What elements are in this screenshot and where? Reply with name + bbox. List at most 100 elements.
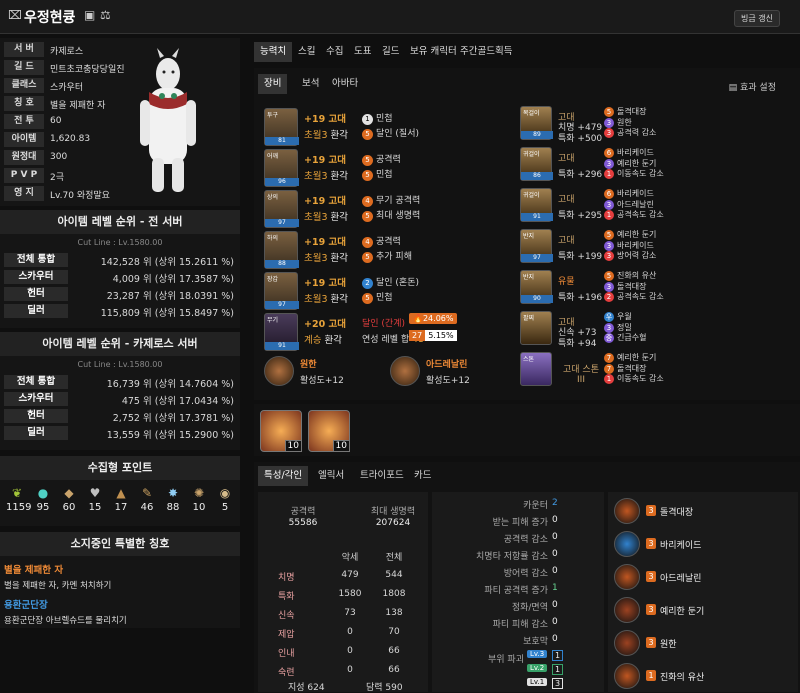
stat-accessory: 0 — [347, 665, 353, 675]
equipment-row[interactable]: 어깨 96 +19 고대 초월3 환각 5 공격력 5 민첩 — [264, 149, 504, 189]
weapon-icon[interactable]: 무기 91 — [264, 313, 299, 351]
collect-count: 5 — [221, 502, 229, 513]
engraving-level: 1 — [646, 670, 656, 681]
equipment-icon[interactable]: 하의 88 — [264, 231, 299, 269]
equipment-icon[interactable]: 장갑 97 — [264, 272, 299, 310]
engraving-row[interactable]: 3 아드레날린 — [614, 564, 784, 596]
tab-3[interactable]: 도표 — [348, 42, 377, 62]
profile-label: 서 버 — [4, 42, 44, 57]
effect-name: 공격력 감소 — [617, 128, 657, 137]
tab-6[interactable]: 주간골드획득 — [454, 42, 518, 62]
refresh-button[interactable]: 빙금 갱신 — [734, 10, 780, 27]
weapon-effect: 달인 (간계) — [362, 319, 406, 329]
equipment-icon[interactable]: 투구 81 — [264, 108, 299, 146]
accessory-icon[interactable]: 반지 90 — [520, 270, 553, 304]
effect-name: 이동속도 감소 — [617, 169, 664, 178]
collect-item[interactable]: ✸ 88 — [162, 486, 184, 513]
subtab-2[interactable]: 아바타 — [326, 74, 364, 94]
effect-level: 3 — [604, 128, 614, 138]
slot-label: 목걸이 — [523, 110, 540, 117]
engraving-row[interactable]: 3 돌격대장 — [614, 498, 784, 530]
ability-stone[interactable]: 아드레날린 활성도+12 — [390, 354, 510, 392]
equipment-row[interactable]: 상의 97 +19 고대 초월3 환각 4 무기 공격력 5 최대 생명력 — [264, 190, 504, 230]
rank-value: 115,809 위 (상위 15.8497 %) — [100, 308, 234, 319]
accessory-row[interactable]: 스톤 고대 스톤 III 7 예리한 둔기 7 돌격대장 1 이동속도 감소 — [520, 352, 800, 392]
collect-item[interactable]: ◆ 60 — [58, 486, 80, 513]
scale-icon[interactable]: ⚖ — [100, 8, 111, 22]
equipment-row[interactable]: 하의 88 +19 고대 초월3 환각 4 공격력 5 추가 피해 — [264, 231, 504, 271]
rank-value: 4,009 위 (상위 17.3587 %) — [112, 274, 234, 285]
accessory-icon[interactable]: 반지 97 — [520, 229, 553, 263]
accessory-row[interactable]: 반지 90 유물 특화 +196 5 진화의 유산 3 돌격대장 2 공격속도 감소 — [520, 270, 800, 310]
engraving-row[interactable]: 1 진화의 유산 — [614, 663, 784, 693]
collect-count: 15 — [88, 502, 102, 513]
effect-setting-button[interactable]: ▤ 효과 설정 — [729, 80, 776, 93]
bottom-tab-1[interactable]: 엘릭서 — [312, 466, 350, 486]
gem-icon[interactable]: 10 — [308, 410, 350, 452]
collect-count: 10 — [192, 502, 206, 513]
tab-2[interactable]: 수집 — [320, 42, 349, 62]
accessory-row[interactable]: 귀걸이 86 고대 특화 +296 6 바리케이드 3 예리한 둔기 1 이동속도 감소 — [520, 147, 800, 187]
slot-label: 귀걸이 — [523, 151, 540, 158]
setting-icon: ▤ — [728, 83, 741, 93]
effect-line: 3 공격력 감소 — [604, 128, 656, 139]
collect-item[interactable]: ♥ 15 — [84, 486, 106, 513]
accessory-stat: 특화 +500 — [558, 134, 603, 144]
accessory-icon[interactable]: 목걸이 89 — [520, 106, 553, 140]
tab-1[interactable]: 스킬 — [292, 42, 321, 62]
collect-item[interactable]: ● 95 — [32, 486, 54, 513]
bottom-tab-3[interactable]: 카드 — [408, 466, 437, 486]
extra-value: 0 — [552, 515, 558, 525]
effect-level: 3 — [604, 240, 614, 251]
extra-label: 파티 피해 감소 — [492, 620, 548, 630]
top-header: ⌧ 우정현큥 ▣ ⚖ 빙금 갱신 — [0, 0, 800, 34]
accessory-icon[interactable]: 귀걸이 86 — [520, 147, 553, 181]
engraving-row[interactable]: 3 원한 — [614, 630, 784, 662]
accessory-row[interactable]: 귀걸이 91 고대 특화 +295 6 바리케이드 3 아드레날린 1 공격속도 감소 — [520, 188, 800, 228]
collect-item[interactable]: ◉ 5 — [214, 486, 236, 513]
profile-value: 스카우터 — [50, 83, 84, 93]
profile-row: 영 지 Lv.70 와정말요 — [4, 186, 234, 203]
bookmark-icon[interactable]: ⌧ — [8, 8, 22, 22]
stat-accessory: 479 — [341, 570, 359, 580]
accessory-row[interactable]: 목걸이 89 고대 치명 +479 특화 +500 5 돌격대장 3 원한 3 공격력 감소 — [520, 106, 800, 146]
subtab-0[interactable]: 장비 — [258, 74, 288, 94]
equipment-row[interactable]: 장갑 97 +19 고대 초월3 환각 2 달인 (혼돈) 5 민첩 — [264, 272, 504, 312]
effect-name: 원한 — [617, 117, 632, 127]
effect-level: 중 — [604, 333, 614, 343]
equipment-icon[interactable]: 상의 97 — [264, 190, 299, 228]
collect-item[interactable]: ✺ 10 — [188, 486, 210, 513]
subtab-1[interactable]: 보석 — [296, 74, 325, 94]
collect-item[interactable]: ▲ 17 — [110, 486, 132, 513]
tab-0[interactable]: 능력치 — [254, 42, 293, 62]
accessory-icon[interactable]: 스톤 — [520, 352, 552, 386]
elixir-name: 민첩 — [376, 170, 393, 180]
engraving-row[interactable]: 3 바리케이드 — [614, 531, 784, 563]
weapon-row[interactable]: 무기91+20 고대계승 환각달인 (간계)연성 레벨 합41🔥24.06%27… — [264, 313, 504, 353]
rank-label: 전체 통합 — [4, 253, 68, 267]
collect-item[interactable]: ❦ 1159 — [6, 486, 31, 513]
collect-item[interactable]: ✎ 46 — [136, 486, 158, 513]
bottom-tab-0[interactable]: 특성/각인 — [258, 466, 309, 486]
engraving-level: 3 — [646, 637, 656, 648]
slot-label: 스톤 — [523, 356, 535, 363]
bottom-tab-2[interactable]: 트라이포드 — [354, 466, 410, 486]
slot-label: 어깨 — [267, 153, 279, 160]
stat-name: 숙련 — [278, 668, 295, 678]
collect-count: 46 — [140, 502, 154, 513]
accessory-icon[interactable]: 팔찌 — [520, 311, 552, 345]
engraving-row[interactable]: 3 예리한 둔기 — [614, 597, 784, 629]
stat-total: 66 — [388, 665, 400, 675]
equipment-icon[interactable]: 어깨 96 — [264, 149, 299, 187]
ability-stone[interactable]: 원한 활성도+12 — [264, 354, 384, 392]
equipment-panel: 장비 보석 아바타 ▤ 효과 설정 투구 81 +19 고대 초월3 환각 1 민첩 5 달인 (… — [254, 68, 800, 400]
gem-icon[interactable]: 10 — [260, 410, 302, 452]
accessory-row[interactable]: 반지 97 고대 특화 +199 5 예리한 둔기 3 바리케이드 3 방어력 감소 — [520, 229, 800, 269]
transcend-type: 환각 — [330, 294, 349, 305]
id-card-icon[interactable]: ▣ — [84, 8, 95, 22]
equipment-row[interactable]: 투구 81 +19 고대 초월3 환각 1 민첩 5 달인 (질서) — [264, 108, 504, 148]
accessory-icon[interactable]: 귀걸이 91 — [520, 188, 553, 222]
accessory-row[interactable]: 팔찌 고대 신속 +73 특화 +94 우 우월 3 정밀 중 긴급수혈 — [520, 311, 800, 351]
tab-4[interactable]: 길드 — [376, 42, 405, 62]
extra-value: 0 — [552, 634, 558, 644]
